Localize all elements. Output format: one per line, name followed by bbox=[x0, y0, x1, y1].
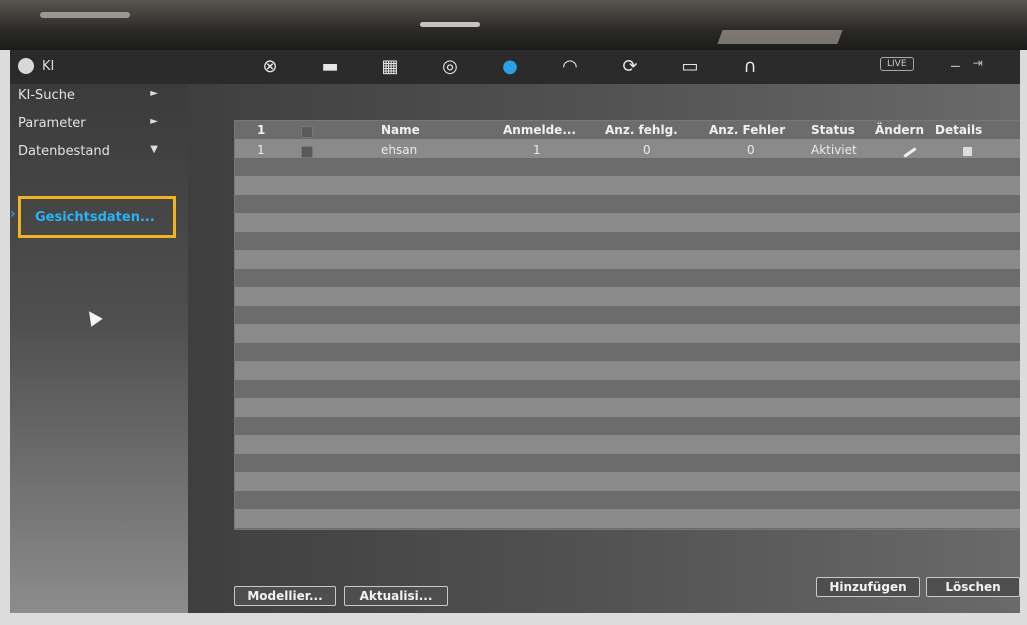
refresh-icon[interactable]: ⟳ bbox=[618, 55, 642, 77]
refresh-button[interactable]: Aktualisi... bbox=[344, 586, 448, 606]
row-index: 1 bbox=[257, 143, 265, 157]
monitor-bezel bbox=[0, 0, 1027, 50]
row-name: ehsan bbox=[381, 143, 418, 157]
delete-button[interactable]: Löschen bbox=[926, 577, 1020, 597]
top-right-icons: ⚊ ⇥ bbox=[950, 56, 983, 70]
sidebar-item-ki-suche[interactable]: KI-Suche ► bbox=[18, 88, 158, 103]
edit-icon[interactable] bbox=[875, 143, 917, 158]
sidebar-item-label: KI-Suche bbox=[18, 88, 75, 103]
header-details: Details bbox=[935, 123, 983, 137]
app-title-label: KI bbox=[42, 58, 55, 74]
header-aendern: Ändern bbox=[875, 123, 925, 137]
dvr-screen: KI ⊗ ▬ ▦ ◎ ● ◠ ⟳ ▭ ∩ LIVE ⚊ ⇥ KI-Suche ►… bbox=[10, 50, 1020, 613]
row-fehlg: 0 bbox=[643, 143, 651, 157]
selected-marker: › bbox=[10, 206, 16, 222]
sidebar-item-label: Gesichtsdaten... bbox=[35, 209, 155, 225]
header-status[interactable]: Status bbox=[811, 123, 855, 137]
live-button[interactable]: LIVE bbox=[880, 57, 914, 71]
table-header: 1 Name Anmelde... Anz. fehlg. Anz. Fehle… bbox=[235, 123, 1020, 141]
sidebar-item-datenbestand[interactable]: Datenbestand ▼ bbox=[18, 144, 158, 159]
header-name[interactable]: Name bbox=[381, 123, 420, 137]
select-all-checkbox[interactable] bbox=[301, 126, 313, 138]
film-reel-icon[interactable]: ⊗ bbox=[258, 55, 282, 77]
sidebar-item-label: Parameter bbox=[18, 116, 86, 131]
add-button[interactable]: Hinzufügen bbox=[816, 577, 920, 597]
headset-icon[interactable]: ∩ bbox=[738, 55, 762, 77]
header-fehler[interactable]: Anz. Fehler bbox=[709, 123, 785, 137]
top-menu-bar: KI ⊗ ▬ ▦ ◎ ● ◠ ⟳ ▭ ∩ LIVE ⚊ ⇥ bbox=[10, 50, 1020, 84]
sidebar: KI-Suche ► Parameter ► Datenbestand ▼ › … bbox=[10, 84, 188, 613]
row-status: Aktiviet bbox=[811, 143, 857, 157]
mouse-cursor-icon bbox=[83, 307, 103, 327]
row-fehler: 0 bbox=[747, 143, 755, 157]
ai-active-icon[interactable]: ● bbox=[498, 55, 522, 77]
speedometer-icon[interactable]: ◠ bbox=[558, 55, 582, 77]
reflection bbox=[420, 22, 480, 27]
header-index: 1 bbox=[257, 123, 266, 137]
main-toolbar: ⊗ ▬ ▦ ◎ ● ◠ ⟳ ▭ ∩ bbox=[258, 55, 762, 77]
row-checkbox[interactable] bbox=[301, 146, 313, 158]
table-row[interactable]: 1 ehsan 1 0 0 Aktiviet bbox=[235, 143, 1020, 161]
monitor-icon[interactable]: ▭ bbox=[678, 55, 702, 77]
logout-icon[interactable]: ⇥ bbox=[973, 56, 983, 70]
files-icon[interactable]: ▦ bbox=[378, 55, 402, 77]
chevron-right-icon: ► bbox=[150, 116, 158, 127]
user-icon[interactable]: ⚊ bbox=[950, 56, 961, 70]
face-database-table: 1 Name Anmelde... Anz. fehlg. Anz. Fehle… bbox=[234, 120, 1020, 530]
globe-icon[interactable]: ◎ bbox=[438, 55, 462, 77]
details-icon[interactable] bbox=[935, 143, 972, 159]
header-fehlg[interactable]: Anz. fehlg. bbox=[605, 123, 678, 137]
sidebar-item-parameter[interactable]: Parameter ► bbox=[18, 116, 158, 131]
model-button[interactable]: Modellier... bbox=[234, 586, 336, 606]
header-anmelde[interactable]: Anmelde... bbox=[503, 123, 576, 137]
chevron-right-icon: ► bbox=[150, 88, 158, 99]
row-anmelde: 1 bbox=[533, 143, 541, 157]
sidebar-item-label: Datenbestand bbox=[18, 144, 110, 159]
app-title: KI bbox=[18, 58, 54, 74]
reflection bbox=[717, 30, 843, 44]
reflection bbox=[40, 12, 130, 18]
camera-dome-icon[interactable]: ▬ bbox=[318, 55, 342, 77]
chevron-down-icon: ▼ bbox=[150, 144, 158, 155]
ai-logo-icon bbox=[18, 58, 34, 74]
main-content: 1 Name Anmelde... Anz. fehlg. Anz. Fehle… bbox=[188, 84, 1020, 613]
sidebar-item-gesichtsdaten[interactable]: Gesichtsdaten... bbox=[18, 196, 176, 238]
